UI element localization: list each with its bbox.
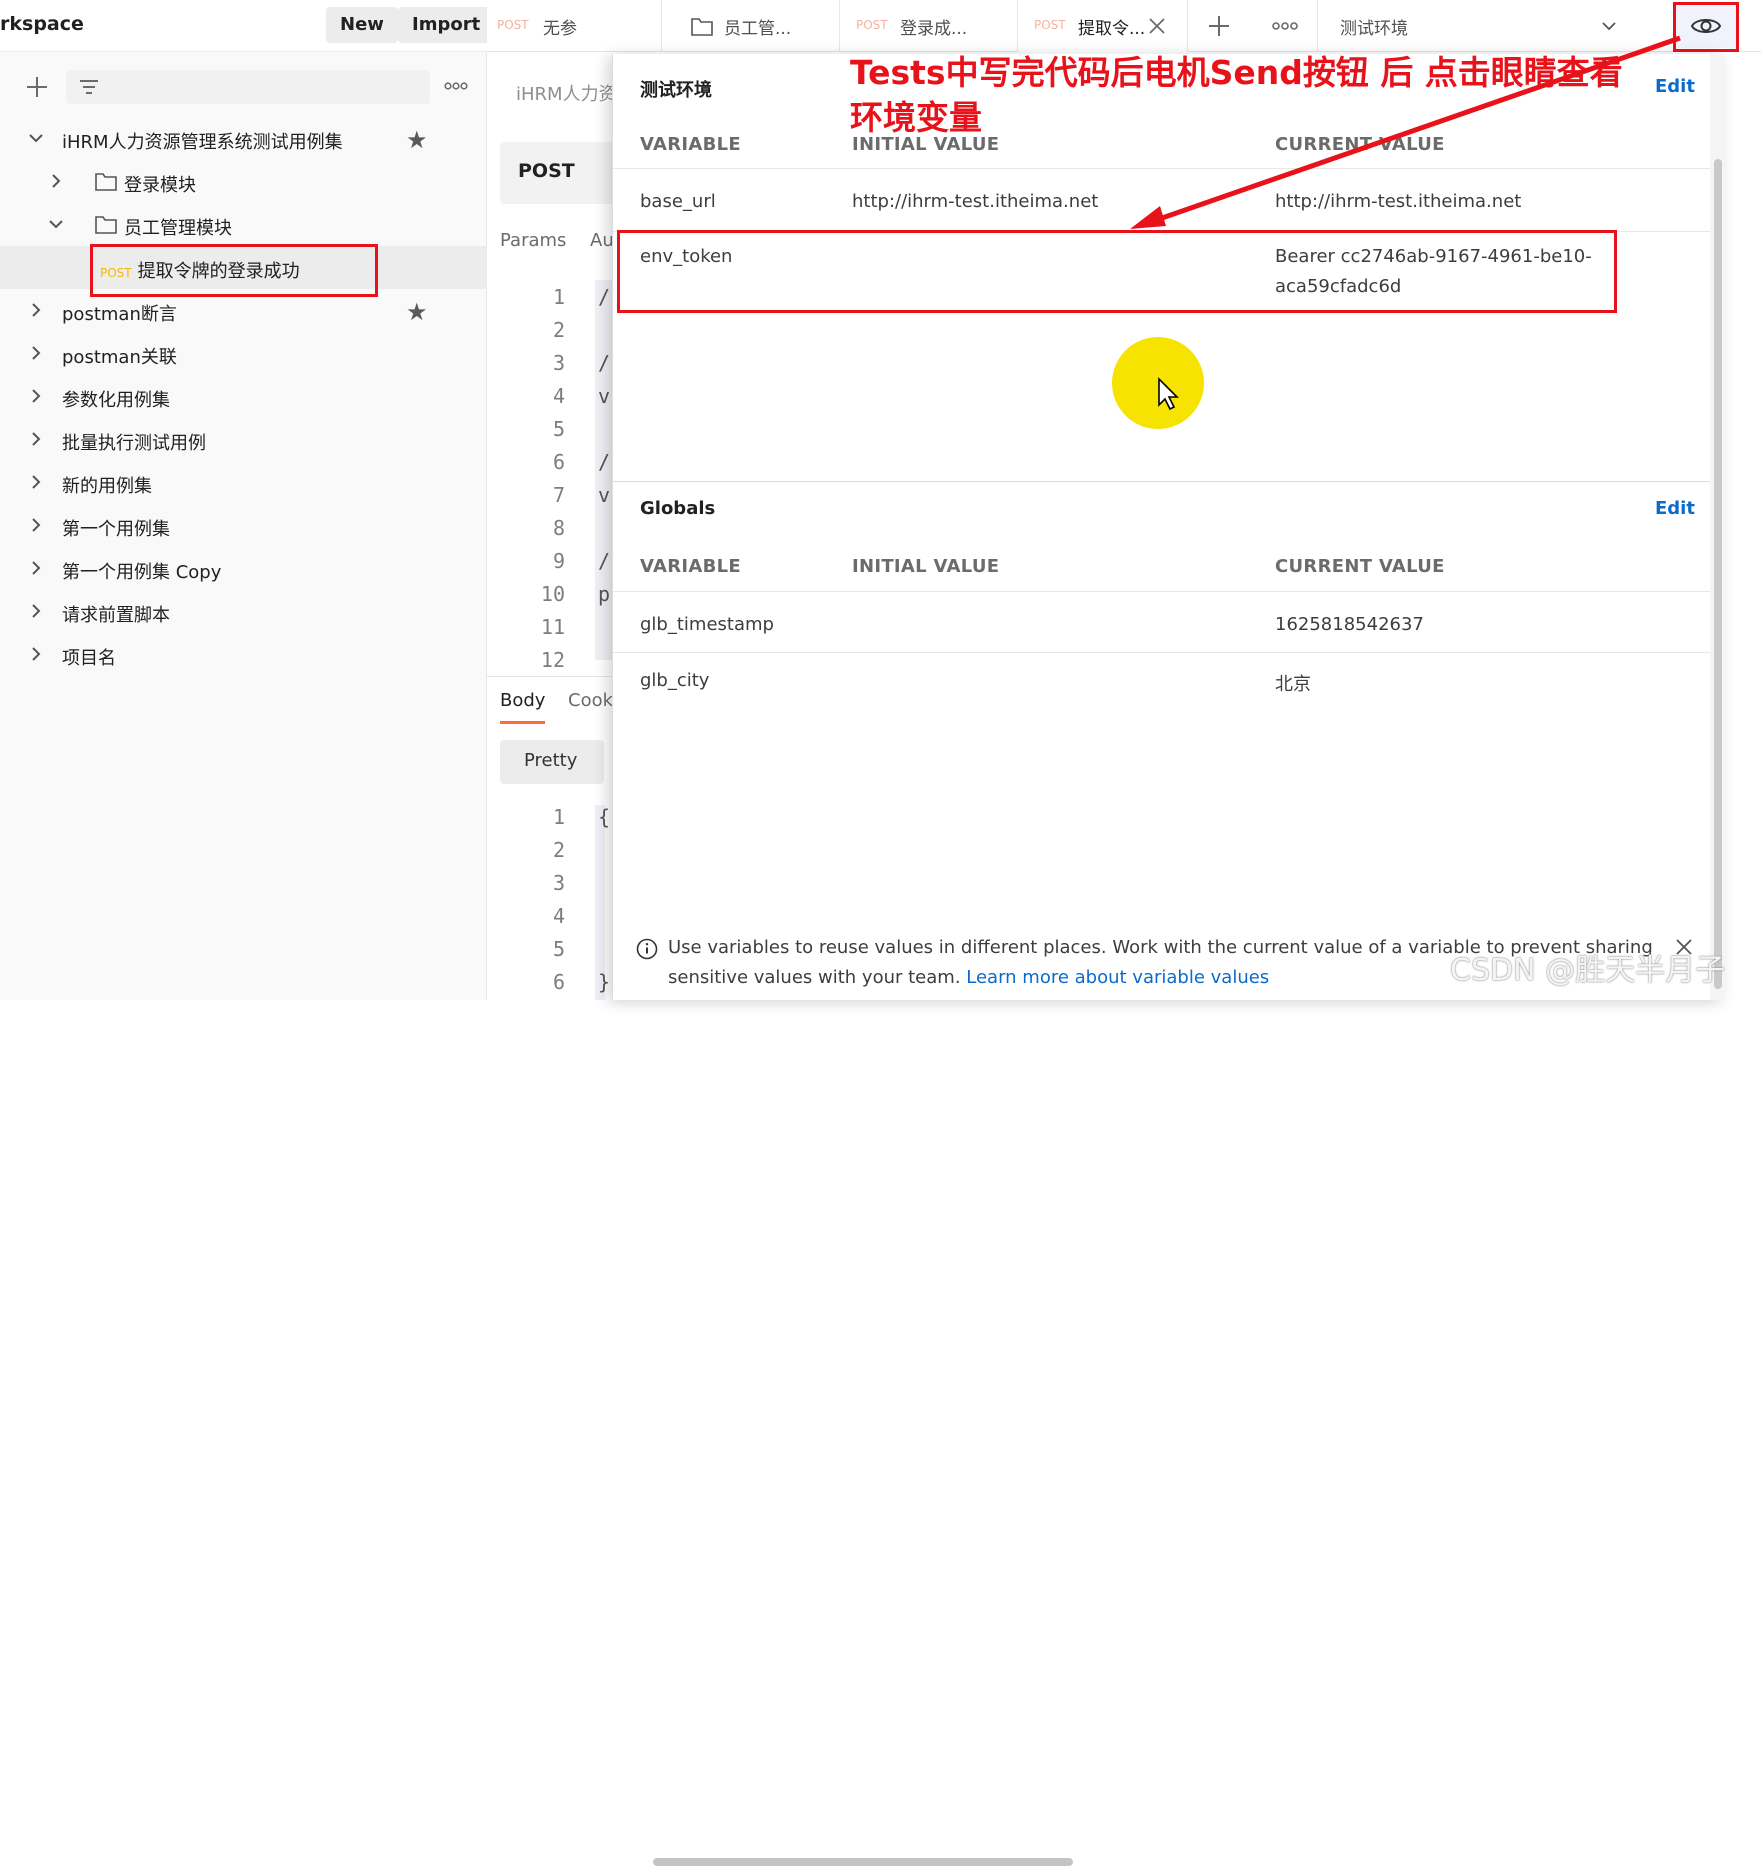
watermark: CSDN @胜天半月子 xyxy=(1450,953,1726,988)
annotation-arrow xyxy=(1130,35,1681,229)
horizontal-scrollbar[interactable] xyxy=(653,1858,1073,1866)
annotation-text: Tests中写完代码后电机Send按钮 后 点击眼睛查看 环境变量 xyxy=(850,53,1623,137)
